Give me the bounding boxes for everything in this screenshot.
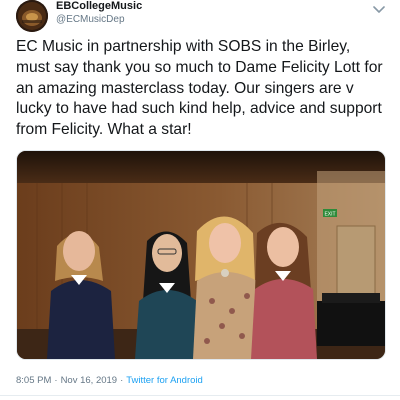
- photo-scene: EXIT: [17, 151, 385, 359]
- avatar-image: [16, 0, 48, 32]
- tweet-date[interactable]: Nov 16, 2019: [61, 375, 118, 386]
- person-4: [251, 222, 317, 359]
- avatar[interactable]: [16, 0, 48, 32]
- tweet-time[interactable]: 8:05 PM: [16, 375, 51, 386]
- tweet-card: EBCollegeMusic @ECMusicDep EC Music in p…: [0, 0, 400, 400]
- tweet-source-link[interactable]: Twitter for Android: [126, 375, 203, 386]
- chevron-down-icon[interactable]: [372, 2, 386, 13]
- exit-sign: EXIT: [324, 212, 335, 218]
- tweet-meta: 8:05 PM · Nov 16, 2019 · Twitter for Android: [16, 375, 203, 387]
- user-handle[interactable]: @ECMusicDep: [56, 13, 125, 26]
- meta-separator: ·: [120, 375, 124, 386]
- meta-separator: ·: [54, 375, 58, 386]
- tweet-text: EC Music in partnership with SOBS in the…: [16, 38, 383, 139]
- person-3: [193, 216, 261, 359]
- divider: [0, 395, 400, 396]
- tweet-photo[interactable]: EXIT: [16, 150, 386, 360]
- display-name[interactable]: EBCollegeMusic: [56, 0, 142, 13]
